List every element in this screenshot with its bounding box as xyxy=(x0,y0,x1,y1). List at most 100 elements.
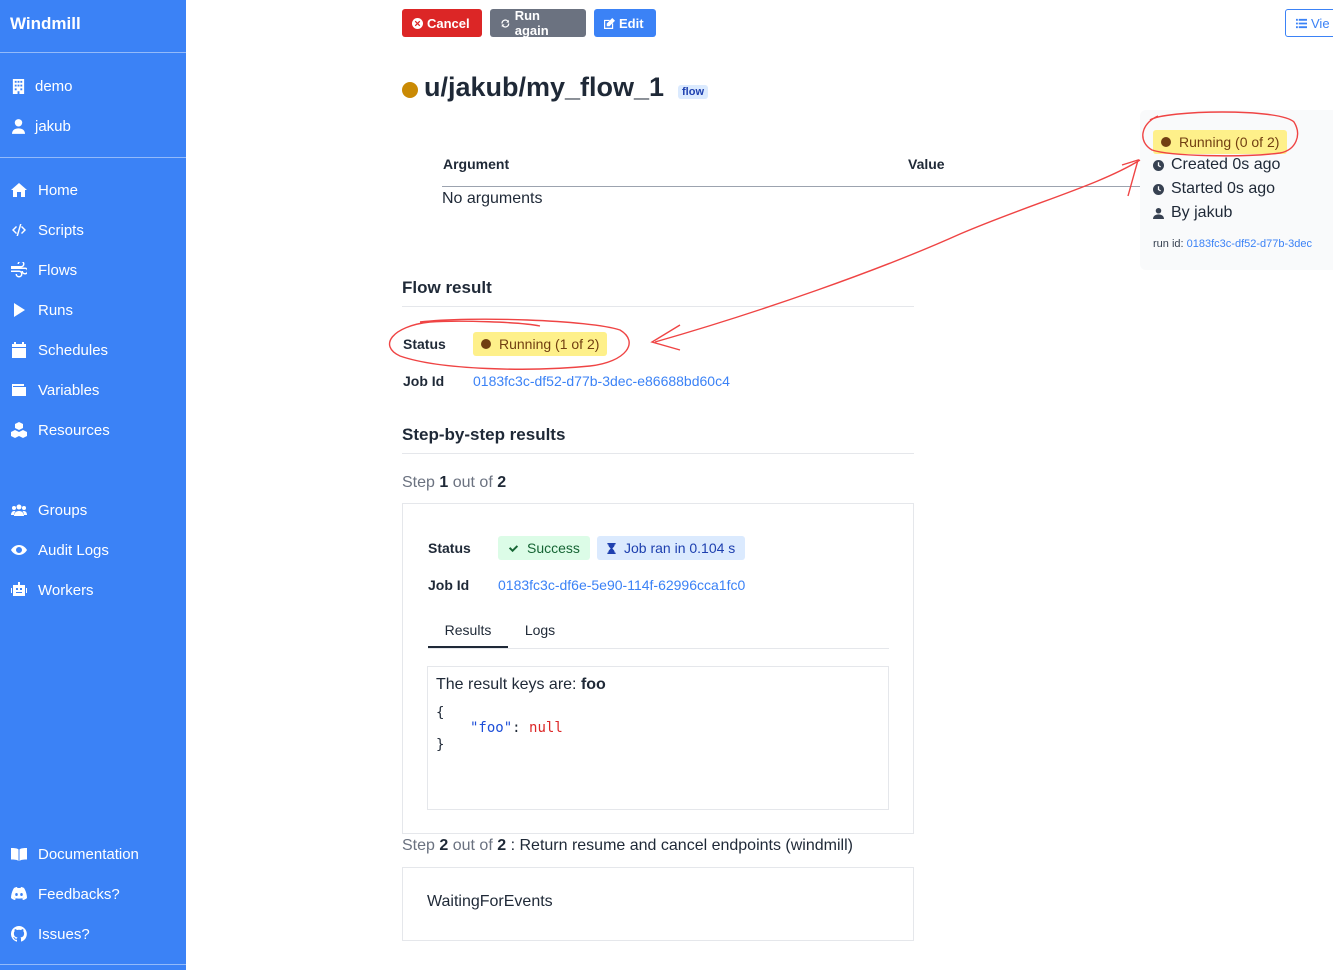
section-divider xyxy=(402,453,914,454)
wallet-icon xyxy=(10,381,28,399)
step-2-state: WaitingForEvents xyxy=(427,893,553,910)
flow-result-heading: Flow result xyxy=(402,278,492,297)
tab-results[interactable]: Results xyxy=(428,622,508,648)
discord-icon xyxy=(10,885,28,903)
created-text: Created 0s ago xyxy=(1171,156,1281,173)
sidebar-divider xyxy=(0,52,186,53)
sidebar-item-groups[interactable]: Groups xyxy=(10,498,87,522)
job-kind-badge: flow xyxy=(678,85,708,99)
sidebar-item-issues[interactable]: Issues? xyxy=(10,922,90,946)
json-open-brace: { xyxy=(436,705,445,721)
sidebar-item-home[interactable]: Home xyxy=(10,178,78,202)
sidebar: Windmill demo jakub Home Scripts Flows R… xyxy=(0,0,186,970)
tabs-divider xyxy=(428,648,889,649)
workspace-menu[interactable]: demo xyxy=(11,74,73,98)
cancel-button[interactable]: Cancel xyxy=(402,9,482,37)
step-separator: : xyxy=(510,837,516,854)
tab-logs[interactable]: Logs xyxy=(514,622,566,648)
sidebar-item-label: Home xyxy=(38,181,79,199)
section-divider xyxy=(402,306,914,307)
success-badge: Success xyxy=(498,536,590,560)
duration-text: Job ran in 0.104 s xyxy=(624,540,736,556)
code-icon xyxy=(10,221,28,239)
flow-status-badge: Running (1 of 2) xyxy=(473,332,608,356)
step-1-header: Step 1 out of 2 xyxy=(402,474,506,492)
running-status-dot xyxy=(402,82,418,98)
sidebar-item-label: Resources xyxy=(38,421,110,439)
step-number: 1 xyxy=(439,474,449,491)
run-id-link[interactable]: 0183fc3c-df52-d77b-3dec xyxy=(1187,238,1312,250)
flow-status-label: Status xyxy=(403,336,446,352)
step-description: Return resume and cancel endpoints (wind… xyxy=(519,837,853,854)
sidebar-item-feedbacks[interactable]: Feedbacks? xyxy=(10,882,120,906)
result-keys-line: The result keys are: foo xyxy=(436,676,606,694)
github-icon xyxy=(10,925,28,943)
sidebar-item-resources[interactable]: Resources xyxy=(10,418,110,442)
flow-job-id-link[interactable]: 0183fc3c-df52-d77b-3dec-e86688bd60c4 xyxy=(473,373,730,389)
user-icon xyxy=(1153,207,1164,219)
sidebar-item-flows[interactable]: Flows xyxy=(10,258,77,282)
sidebar-item-label: Variables xyxy=(38,381,100,399)
sidebar-item-label: Issues? xyxy=(38,925,90,943)
edit-icon xyxy=(604,17,615,29)
step-results-heading: Step-by-step results xyxy=(402,425,566,444)
annotation-arrow-line xyxy=(654,159,1141,343)
edit-label: Edit xyxy=(619,15,644,31)
args-header-value: Value xyxy=(908,156,945,172)
step-total: 2 xyxy=(497,474,507,491)
sidebar-item-variables[interactable]: Variables xyxy=(10,378,99,402)
sidebar-item-label: Audit Logs xyxy=(38,541,109,559)
result-keys-prefix: The result keys are: xyxy=(436,676,577,693)
sidebar-item-label: Schedules xyxy=(38,341,109,359)
job-status-badge: Running (0 of 2) xyxy=(1153,130,1288,154)
cubes-icon xyxy=(10,421,28,439)
status-dot-icon xyxy=(1161,137,1171,147)
hourglass-icon xyxy=(607,542,616,554)
sidebar-item-label: Scripts xyxy=(38,221,84,239)
sidebar-divider xyxy=(0,157,186,158)
sidebar-item-label: Feedbacks? xyxy=(38,885,120,903)
result-keys-value: foo xyxy=(580,676,606,693)
step-job-id-link[interactable]: 0183fc3c-df6e-5e90-114f-62996cca1fc0 xyxy=(498,577,745,593)
run-id-line: run id: 0183fc3c-df52-d77b-3dec xyxy=(1153,238,1312,250)
sidebar-item-label: Flows xyxy=(38,261,78,279)
sidebar-item-label: Groups xyxy=(38,501,88,519)
args-divider xyxy=(442,186,1142,187)
out-of-word: out of xyxy=(452,474,493,491)
started-text: Started 0s ago xyxy=(1171,180,1276,197)
flow-job-id-label: Job Id xyxy=(403,373,445,389)
clock-icon xyxy=(1153,159,1164,171)
user-menu[interactable]: jakub xyxy=(11,114,71,138)
sidebar-item-documentation[interactable]: Documentation xyxy=(10,842,139,866)
step-status-label: Status xyxy=(428,540,471,556)
step-word: Step xyxy=(402,474,435,491)
sidebar-item-scripts[interactable]: Scripts xyxy=(10,218,84,242)
refresh-icon xyxy=(501,18,510,28)
cancel-label: Cancel xyxy=(427,15,470,31)
step-job-id-label: Job Id xyxy=(428,577,470,593)
sidebar-item-schedules[interactable]: Schedules xyxy=(10,338,108,362)
out-of-word: out of xyxy=(452,837,493,854)
duration-badge: Job ran in 0.104 s xyxy=(597,536,746,560)
sidebar-divider xyxy=(0,964,186,965)
home-icon xyxy=(10,181,28,199)
success-text: Success xyxy=(527,540,580,556)
workspace-label: demo xyxy=(35,77,73,95)
page-title: u/jakub/my_flow_1 xyxy=(424,72,665,102)
sidebar-item-workers[interactable]: Workers xyxy=(10,578,94,602)
step-2-header: Step 2 out of 2 : Return resume and canc… xyxy=(402,837,853,855)
step-word: Step xyxy=(402,837,435,854)
args-header-argument: Argument xyxy=(443,156,510,172)
user-label: jakub xyxy=(35,117,71,135)
status-dot-icon xyxy=(481,339,491,349)
json-key: "foo" xyxy=(470,720,513,736)
step-number: 2 xyxy=(439,837,449,854)
sidebar-item-audit-logs[interactable]: Audit Logs xyxy=(10,538,109,562)
run-again-button[interactable]: Run again xyxy=(490,8,586,38)
started-line: Started 0s ago xyxy=(1153,180,1275,198)
sidebar-item-runs[interactable]: Runs xyxy=(10,298,73,322)
view-button[interactable]: Vie xyxy=(1285,9,1333,37)
check-icon xyxy=(508,544,519,552)
brand-logo[interactable]: Windmill xyxy=(10,14,81,34)
edit-button[interactable]: Edit xyxy=(594,9,656,37)
